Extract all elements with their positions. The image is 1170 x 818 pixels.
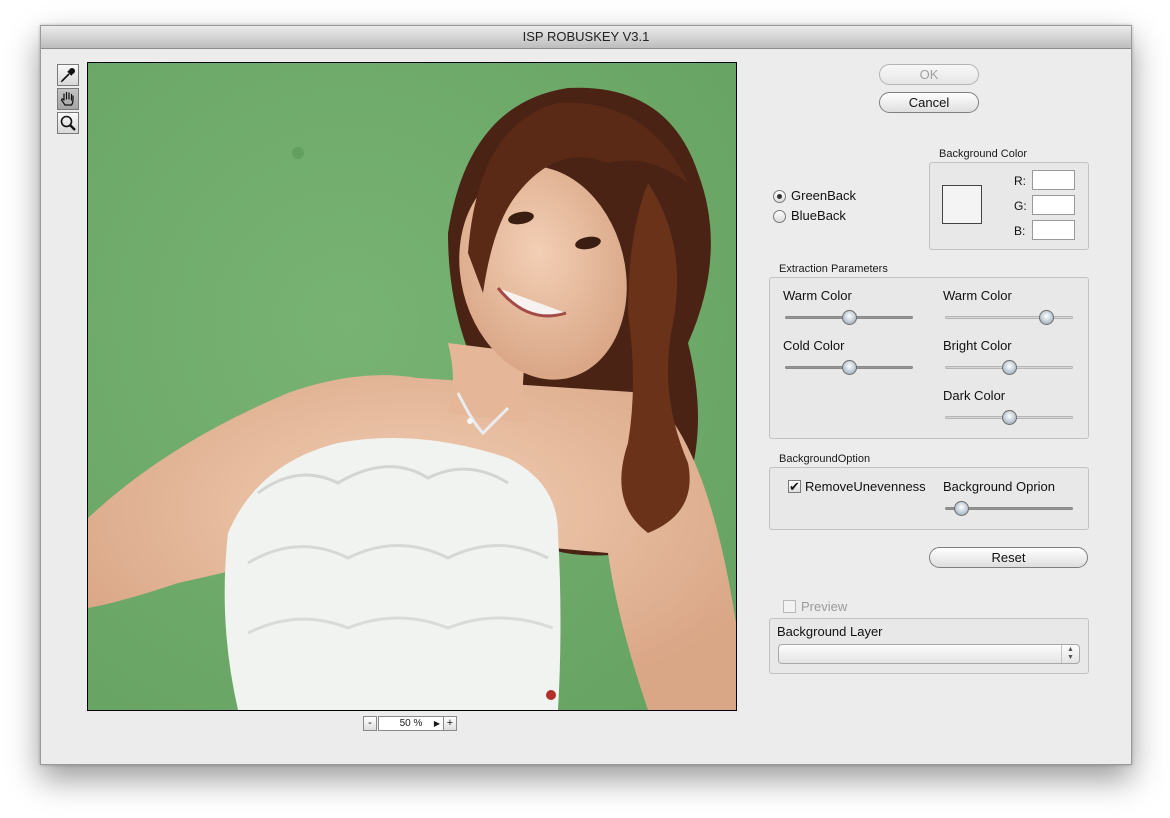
- g-input[interactable]: [1032, 195, 1075, 215]
- zoom-in-button[interactable]: +: [443, 716, 457, 731]
- remove-unevenness-label: RemoveUnevenness: [805, 479, 926, 494]
- radio-selected-dot: [777, 194, 782, 199]
- preview-checkbox[interactable]: [783, 600, 796, 613]
- b-input[interactable]: [1032, 220, 1075, 240]
- slider-thumb[interactable]: [1002, 410, 1017, 425]
- blueback-label: BlueBack: [791, 208, 846, 223]
- background-layer-group: Background Layer ▲ ▼: [769, 618, 1089, 674]
- remove-unevenness-checkbox[interactable]: ✔: [788, 480, 801, 493]
- bright-color-slider[interactable]: [945, 360, 1073, 376]
- background-option-label: Background Oprion: [943, 479, 1056, 494]
- zoom-tool-button[interactable]: [57, 112, 79, 134]
- slider-thumb[interactable]: [954, 501, 969, 516]
- hand-tool-button[interactable]: [57, 88, 79, 110]
- eyedropper-icon: [60, 68, 75, 83]
- ok-button[interactable]: OK: [879, 64, 979, 85]
- r-input[interactable]: [1032, 170, 1075, 190]
- background-layer-label: Background Layer: [777, 624, 883, 639]
- extraction-parameters-group: Warm Color Warm Color Cold Color Bright …: [769, 277, 1089, 439]
- extraction-parameters-title: Extraction Parameters: [779, 263, 888, 275]
- warm-color-2-slider[interactable]: [945, 310, 1073, 326]
- g-label: G:: [1014, 199, 1027, 213]
- plugin-window: ISP ROBUSKEY V3.1 - 50 % ▶ + OK Cancel G…: [40, 25, 1132, 765]
- background-option-slider[interactable]: [945, 501, 1073, 517]
- background-option-title: BackgroundOption: [779, 453, 871, 465]
- background-color-title: Background Color: [939, 148, 1028, 160]
- cancel-button[interactable]: Cancel: [879, 92, 979, 113]
- zoom-out-button[interactable]: -: [363, 716, 377, 731]
- updown-arrows-icon: ▲ ▼: [1061, 645, 1079, 663]
- greenback-radio[interactable]: [773, 190, 786, 203]
- greenback-label: GreenBack: [791, 188, 857, 203]
- background-option-group: ✔ RemoveUnevenness Background Oprion: [769, 467, 1089, 530]
- reset-button[interactable]: Reset: [929, 547, 1088, 568]
- warm-color-slider[interactable]: [785, 310, 913, 326]
- bright-color-label: Bright Color: [943, 338, 1012, 353]
- slider-thumb[interactable]: [842, 310, 857, 325]
- zoom-dropdown-arrow-icon: ▶: [433, 719, 440, 728]
- background-color-swatch[interactable]: [942, 185, 982, 224]
- blueback-radio[interactable]: [773, 210, 786, 223]
- checkmark-icon: ✔: [789, 479, 800, 494]
- preview-canvas[interactable]: [87, 62, 737, 711]
- zoom-level[interactable]: 50 % ▶: [378, 716, 444, 731]
- dark-color-label: Dark Color: [943, 388, 1006, 403]
- zoom-value: 50 %: [399, 718, 423, 729]
- slider-thumb[interactable]: [842, 360, 857, 375]
- slider-thumb[interactable]: [1002, 360, 1017, 375]
- r-label: R:: [1014, 174, 1026, 188]
- warm-color-2-label: Warm Color: [943, 288, 1012, 303]
- preview-photo: [88, 63, 736, 710]
- magnifier-icon: [60, 115, 76, 131]
- background-color-group: R: G: B:: [929, 162, 1089, 250]
- preview-label: Preview: [801, 599, 848, 614]
- background-layer-select[interactable]: ▲ ▼: [778, 644, 1080, 664]
- window-title: ISP ROBUSKEY V3.1: [41, 26, 1131, 49]
- cold-color-label: Cold Color: [783, 338, 845, 353]
- warm-color-label: Warm Color: [783, 288, 852, 303]
- b-label: B:: [1014, 224, 1026, 238]
- dark-color-slider[interactable]: [945, 410, 1073, 426]
- eyedropper-tool-button[interactable]: [57, 64, 79, 86]
- hand-icon: [60, 91, 74, 106]
- slider-thumb[interactable]: [1039, 310, 1054, 325]
- cold-color-slider[interactable]: [785, 360, 913, 376]
